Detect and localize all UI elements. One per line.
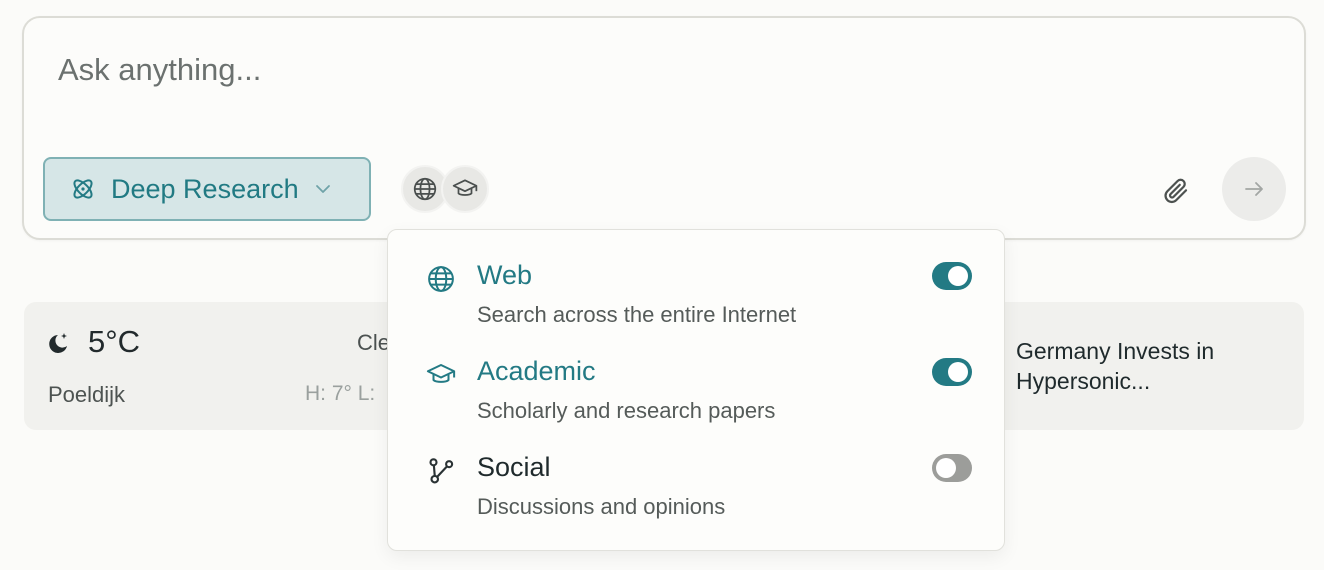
- source-option-web[interactable]: Web Search across the entire Internet: [388, 252, 1004, 344]
- graduation-cap-icon: [452, 179, 478, 196]
- source-option-title: Academic: [477, 356, 596, 386]
- chevron-down-icon: [313, 179, 333, 199]
- source-option-description: Scholarly and research papers: [477, 398, 776, 423]
- weather-high-low: H: 7° L:: [305, 382, 376, 405]
- sources-dropdown: Web Search across the entire Internet Ac…: [387, 229, 1005, 551]
- graduation-cap-icon: [426, 360, 456, 390]
- switch-knob: [948, 362, 968, 382]
- source-option-title: Web: [477, 260, 533, 290]
- moon-stars-icon: [46, 330, 72, 356]
- switch-knob: [948, 266, 968, 286]
- globe-icon: [413, 177, 437, 201]
- atom-icon: [69, 175, 97, 203]
- source-option-title: Social: [477, 452, 551, 482]
- weather-card[interactable]: 5°C Cle Poeldijk H: 7° L:: [24, 302, 444, 430]
- source-web-switch[interactable]: [932, 262, 972, 290]
- network-icon: [426, 456, 456, 486]
- arrow-right-icon: [1245, 182, 1263, 196]
- source-option-academic[interactable]: Academic Scholarly and research papers: [388, 348, 1004, 440]
- weather-location: Poeldijk: [48, 382, 126, 407]
- ask-input[interactable]: [58, 50, 1058, 90]
- switch-knob: [936, 458, 956, 478]
- source-academic-switch[interactable]: [932, 358, 972, 386]
- mode-label: Deep Research: [111, 173, 299, 204]
- paperclip-icon: [1164, 178, 1188, 204]
- attach-button[interactable]: [1158, 173, 1194, 209]
- news-title: Germany Invests in Hypersonic...: [1016, 338, 1215, 394]
- ask-box: Deep Research: [22, 16, 1306, 240]
- weather-temperature: 5°C: [88, 324, 141, 359]
- globe-icon: [426, 264, 456, 294]
- news-card[interactable]: Germany Invests in Hypersonic...: [960, 302, 1304, 430]
- weather-condition: Cle: [357, 330, 391, 355]
- mode-selector-button[interactable]: Deep Research: [43, 157, 371, 221]
- source-social-switch[interactable]: [932, 454, 972, 482]
- source-academic-toggle[interactable]: [441, 165, 489, 213]
- send-button[interactable]: [1222, 157, 1286, 221]
- source-option-description: Discussions and opinions: [477, 494, 726, 519]
- source-option-social[interactable]: Social Discussions and opinions: [388, 444, 1004, 536]
- source-option-description: Search across the entire Internet: [477, 302, 797, 327]
